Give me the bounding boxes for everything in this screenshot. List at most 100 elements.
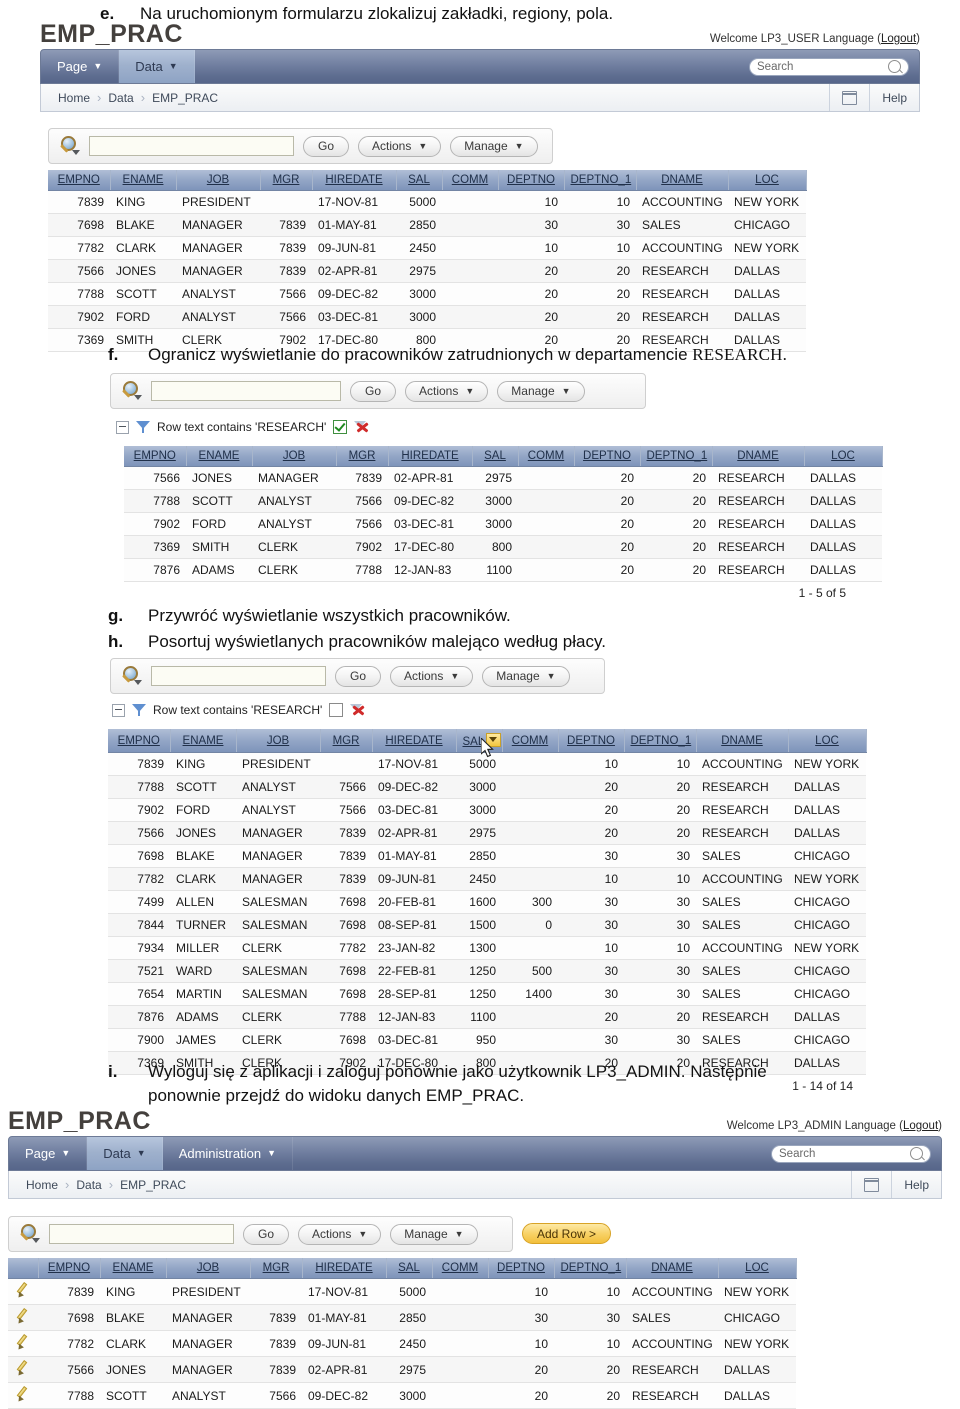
pencil-edit-icon[interactable]: [16, 1308, 30, 1326]
pencil-edit-icon[interactable]: [16, 1282, 30, 1300]
table-cell-job: PRESIDENT: [176, 190, 260, 214]
column-header-hiredate[interactable]: HIREDATE: [302, 1258, 387, 1279]
nav-search-input[interactable]: Search: [771, 1144, 931, 1163]
breadcrumb-item-home[interactable]: Home: [21, 1178, 63, 1192]
column-header-mgr[interactable]: MGR: [320, 729, 373, 753]
breadcrumb-item-home[interactable]: Home: [53, 91, 95, 105]
column-header-ename[interactable]: ENAME: [170, 729, 237, 753]
row-edit-cell[interactable]: [8, 1278, 38, 1305]
column-header-mgr[interactable]: MGR: [250, 1258, 303, 1279]
actions-button[interactable]: Actions ▼: [405, 380, 489, 402]
screen-reader-toggle[interactable]: [851, 1171, 891, 1198]
nav-tab-page[interactable]: Page ▼: [9, 1137, 88, 1170]
column-header-sal[interactable]: SAL: [386, 1258, 433, 1279]
actions-button[interactable]: Actions ▼: [358, 135, 442, 157]
column-header-deptno_1[interactable]: DEPTNO_1: [640, 446, 713, 467]
collapse-icon[interactable]: [116, 420, 129, 434]
collapse-icon[interactable]: [112, 703, 125, 717]
breadcrumb-item-data[interactable]: Data: [103, 91, 138, 105]
nav-tab-data[interactable]: Data ▼: [119, 50, 195, 83]
filter-enable-checkbox[interactable]: [333, 420, 348, 434]
breadcrumb-item-data[interactable]: Data: [71, 1178, 106, 1192]
column-header-hiredate[interactable]: HIREDATE: [388, 446, 473, 467]
search-magnifier-icon[interactable]: [120, 665, 142, 687]
column-header-deptno[interactable]: DEPTNO: [558, 729, 625, 753]
language-link[interactable]: Language: [845, 1120, 896, 1132]
manage-button[interactable]: Manage ▼: [390, 1223, 478, 1245]
filter-enable-checkbox[interactable]: [329, 703, 344, 717]
nav-tab-administration[interactable]: Administration ▼: [163, 1137, 293, 1170]
search-magnifier-icon[interactable]: [18, 1223, 40, 1245]
column-header-job[interactable]: JOB: [236, 729, 321, 753]
row-edit-cell[interactable]: [8, 1382, 38, 1409]
logout-link[interactable]: Logout: [881, 33, 916, 45]
pencil-edit-icon[interactable]: [16, 1386, 30, 1404]
screen-reader-toggle[interactable]: [829, 84, 869, 111]
column-header-loc[interactable]: LOC: [718, 1258, 797, 1279]
help-link[interactable]: Help: [869, 84, 919, 111]
column-header-comm[interactable]: COMM: [442, 170, 499, 191]
filter-remove-icon[interactable]: [350, 703, 365, 717]
row-edit-cell[interactable]: [8, 1356, 38, 1383]
nav-tab-data[interactable]: Data ▼: [87, 1137, 163, 1170]
nav-search-input[interactable]: Search: [749, 57, 909, 76]
manage-button[interactable]: Manage ▼: [497, 380, 585, 402]
column-header-comm[interactable]: COMM: [518, 446, 575, 467]
go-button[interactable]: Go: [243, 1223, 289, 1245]
column-header-dname[interactable]: DNAME: [626, 1258, 719, 1279]
column-header-dname[interactable]: DNAME: [712, 446, 805, 467]
column-header-deptno[interactable]: DEPTNO: [488, 1258, 555, 1279]
column-header-loc[interactable]: LOC: [804, 446, 883, 467]
actions-button[interactable]: Actions ▼: [390, 665, 474, 687]
column-header-empno[interactable]: EMPNO: [38, 1258, 101, 1279]
column-header-empno[interactable]: EMPNO: [48, 170, 111, 191]
column-header-deptno_1[interactable]: DEPTNO_1: [554, 1258, 627, 1279]
column-header-ename[interactable]: ENAME: [186, 446, 253, 467]
column-header-deptno[interactable]: DEPTNO: [574, 446, 641, 467]
column-header-hiredate[interactable]: HIREDATE: [312, 170, 397, 191]
report-search-input[interactable]: [49, 1224, 234, 1244]
column-header-mgr[interactable]: MGR: [336, 446, 389, 467]
column-header-job[interactable]: JOB: [166, 1258, 251, 1279]
column-header-comm[interactable]: COMM: [502, 729, 559, 753]
logout-link[interactable]: Logout: [903, 1120, 938, 1132]
help-link[interactable]: Help: [891, 1171, 941, 1198]
filter-remove-icon[interactable]: [354, 420, 369, 434]
column-header-deptno_1[interactable]: DEPTNO_1: [564, 170, 637, 191]
column-header-job[interactable]: JOB: [252, 446, 337, 467]
column-header-hiredate[interactable]: HIREDATE: [372, 729, 457, 753]
column-header-job[interactable]: JOB: [176, 170, 261, 191]
manage-button[interactable]: Manage ▼: [450, 135, 538, 157]
column-header-empno[interactable]: EMPNO: [124, 446, 187, 467]
column-header-comm[interactable]: COMM: [432, 1258, 489, 1279]
column-header-mgr[interactable]: MGR: [260, 170, 313, 191]
nav-tab-page[interactable]: Page ▼: [41, 50, 120, 83]
manage-button[interactable]: Manage ▼: [482, 665, 570, 687]
column-header-dname[interactable]: DNAME: [636, 170, 729, 191]
report-search-input[interactable]: [151, 381, 341, 401]
go-button[interactable]: Go: [350, 380, 396, 402]
row-edit-cell[interactable]: [8, 1330, 38, 1357]
column-header-loc[interactable]: LOC: [728, 170, 807, 191]
column-header-empno[interactable]: EMPNO: [108, 729, 171, 753]
column-header-sal[interactable]: SAL: [396, 170, 443, 191]
actions-button[interactable]: Actions ▼: [298, 1223, 382, 1245]
go-button[interactable]: Go: [303, 135, 349, 157]
search-magnifier-icon[interactable]: [120, 380, 142, 402]
pencil-edit-icon[interactable]: [16, 1360, 30, 1378]
add-row-button[interactable]: Add Row >: [522, 1223, 612, 1244]
language-link[interactable]: Language: [823, 33, 874, 45]
pencil-edit-icon[interactable]: [16, 1334, 30, 1352]
report-search-input[interactable]: [151, 666, 326, 686]
column-header-loc[interactable]: LOC: [788, 729, 867, 753]
row-edit-cell[interactable]: [8, 1304, 38, 1331]
search-magnifier-icon[interactable]: [58, 135, 80, 157]
column-header-ename[interactable]: ENAME: [100, 1258, 167, 1279]
report-search-input[interactable]: [89, 136, 294, 156]
column-header-deptno[interactable]: DEPTNO: [498, 170, 565, 191]
column-header-deptno_1[interactable]: DEPTNO_1: [624, 729, 697, 753]
column-header-ename[interactable]: ENAME: [110, 170, 177, 191]
go-button[interactable]: Go: [335, 665, 381, 687]
column-header-dname[interactable]: DNAME: [696, 729, 789, 753]
column-header-sal[interactable]: SAL: [472, 446, 519, 467]
